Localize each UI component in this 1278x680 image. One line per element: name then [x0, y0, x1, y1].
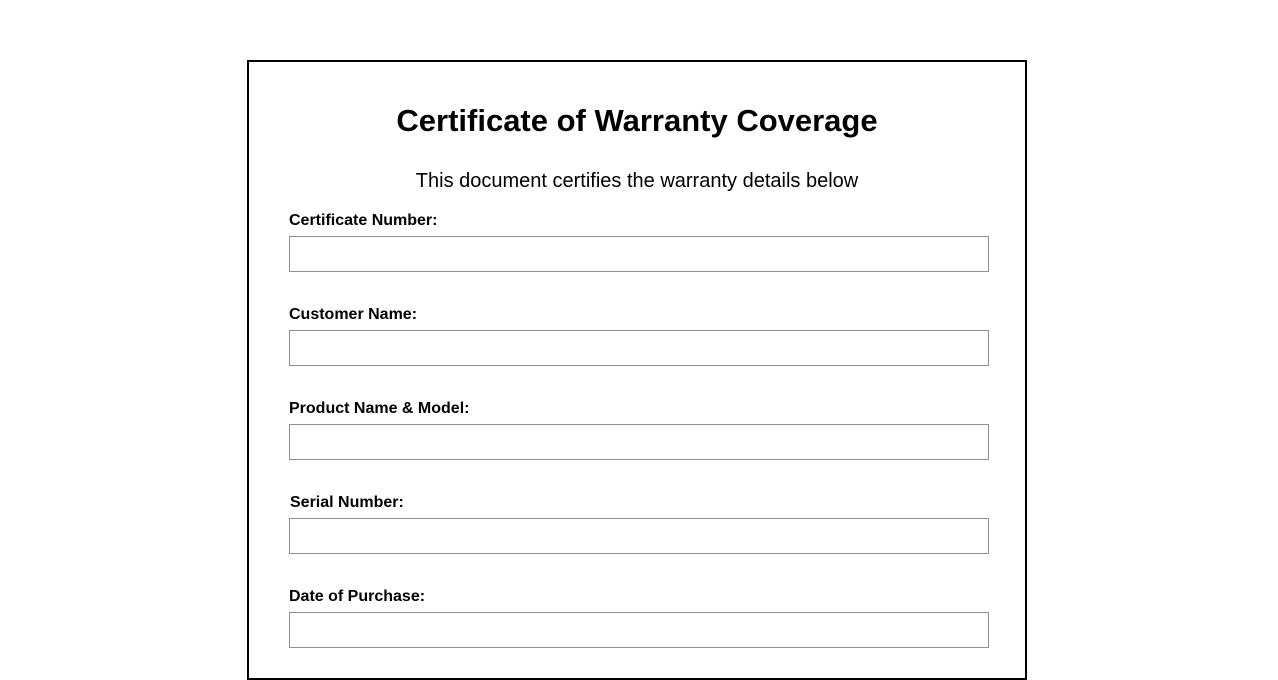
date-of-purchase-input[interactable]	[289, 612, 989, 648]
date-of-purchase-field-group: Date of Purchase:	[289, 588, 991, 648]
certificate-title: Certificate of Warranty Coverage	[396, 103, 878, 138]
certificate-subtitle: This document certifies the warranty det…	[415, 170, 859, 192]
product-name-model-input[interactable]	[289, 424, 989, 460]
warranty-certificate: Certificate of Warranty Coverage This do…	[247, 60, 1027, 680]
serial-number-input[interactable]	[289, 518, 989, 554]
certificate-number-label: Certificate Number:	[289, 212, 438, 229]
certificate-number-field-group: Certificate Number:	[289, 212, 991, 272]
product-name-model-field-group: Product Name & Model:	[289, 400, 991, 460]
customer-name-field-group: Customer Name:	[289, 306, 991, 366]
product-name-model-label: Product Name & Model:	[289, 400, 470, 417]
serial-number-label: Serial Number:	[290, 494, 404, 511]
date-of-purchase-label: Date of Purchase:	[289, 588, 426, 605]
customer-name-input[interactable]	[289, 330, 989, 366]
certificate-number-input[interactable]	[289, 236, 989, 272]
serial-number-field-group: Serial Number:	[289, 494, 992, 554]
customer-name-label: Customer Name:	[289, 306, 418, 323]
